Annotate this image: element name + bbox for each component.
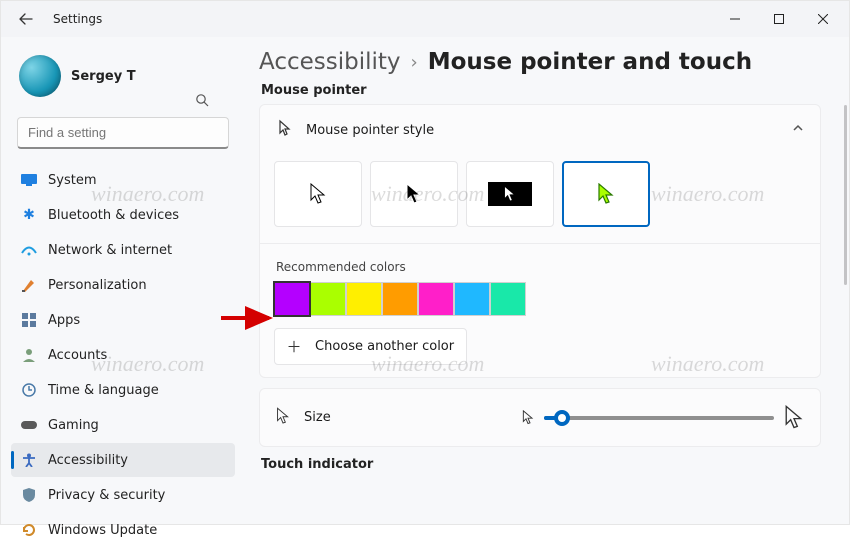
close-button[interactable] — [801, 4, 845, 34]
settings-window: Settings Sergey T System ✱ Bluetooth & de… — [0, 0, 850, 525]
pointer-style-black[interactable] — [370, 161, 458, 227]
sidebar-item-gaming[interactable]: Gaming — [11, 408, 235, 442]
page-title: Mouse pointer and touch — [428, 49, 752, 75]
color-swatches — [274, 282, 806, 316]
titlebar: Settings — [1, 1, 849, 37]
sidebar-item-system[interactable]: System — [11, 163, 235, 197]
pointer-style-card: Mouse pointer style — [259, 104, 821, 378]
size-slider-wrap — [522, 405, 804, 430]
time-icon — [21, 382, 37, 398]
chevron-up-icon — [792, 122, 804, 138]
pointer-style-options — [260, 155, 820, 243]
back-button[interactable] — [9, 5, 43, 33]
personalization-icon — [21, 277, 37, 293]
sidebar-item-label: Time & language — [48, 383, 159, 398]
user-profile[interactable]: Sergey T — [11, 47, 235, 111]
maximize-icon — [774, 14, 784, 24]
cursor-icon — [276, 119, 294, 141]
sidebar-item-label: Accounts — [48, 348, 107, 363]
avatar — [19, 55, 61, 97]
inverted-cursor-icon — [503, 185, 517, 203]
network-icon — [21, 242, 37, 258]
accessibility-icon — [21, 452, 37, 468]
sidebar-item-privacy[interactable]: Privacy & security — [11, 478, 235, 512]
nav-list: System ✱ Bluetooth & devices Network & in… — [11, 163, 235, 547]
breadcrumb-parent[interactable]: Accessibility — [259, 49, 401, 75]
color-swatch-0[interactable] — [274, 282, 310, 316]
pointer-style-white[interactable] — [274, 161, 362, 227]
sidebar-item-apps[interactable]: Apps — [11, 303, 235, 337]
system-icon — [21, 172, 37, 188]
size-slider[interactable] — [544, 416, 774, 420]
apps-icon — [21, 312, 37, 328]
section-mouse-pointer: Mouse pointer — [261, 83, 821, 98]
size-cursor-icon — [276, 407, 290, 429]
privacy-icon — [21, 487, 37, 503]
size-label: Size — [304, 410, 331, 425]
window-controls — [713, 4, 845, 34]
pointer-style-inverted[interactable] — [466, 161, 554, 227]
update-icon — [21, 522, 37, 538]
color-swatch-2[interactable] — [346, 282, 382, 316]
sidebar-item-personalization[interactable]: Personalization — [11, 268, 235, 302]
choose-another-label: Choose another color — [315, 339, 454, 354]
white-cursor-icon — [309, 183, 327, 205]
slider-thumb[interactable] — [554, 410, 570, 426]
pointer-style-title: Mouse pointer style — [306, 123, 434, 138]
breadcrumb: Accessibility › Mouse pointer and touch — [259, 49, 821, 75]
search-input[interactable] — [17, 117, 229, 149]
sidebar-item-accounts[interactable]: Accounts — [11, 338, 235, 372]
sidebar-item-label: Personalization — [48, 278, 147, 293]
sidebar-item-label: Apps — [48, 313, 80, 328]
sidebar-item-label: Accessibility — [48, 453, 128, 468]
main-content: Accessibility › Mouse pointer and touch … — [241, 37, 849, 524]
plus-icon: ＋ — [287, 340, 301, 354]
scrollbar-thumb[interactable] — [844, 105, 847, 285]
sidebar-item-time[interactable]: Time & language — [11, 373, 235, 407]
color-swatch-1[interactable] — [310, 282, 346, 316]
scrollbar[interactable] — [844, 97, 847, 504]
sidebar: Sergey T System ✱ Bluetooth & devices Net… — [1, 37, 241, 524]
accounts-icon — [21, 347, 37, 363]
user-name: Sergey T — [71, 69, 136, 84]
black-cursor-icon — [405, 183, 423, 205]
sidebar-item-label: Bluetooth & devices — [48, 208, 179, 223]
recommended-colors-label: Recommended colors — [276, 260, 806, 274]
sidebar-item-label: Privacy & security — [48, 488, 165, 503]
gaming-icon — [21, 417, 37, 433]
inverted-cursor-bg — [488, 182, 532, 206]
large-cursor-icon — [784, 405, 804, 430]
custom-cursor-icon — [597, 183, 615, 205]
sidebar-item-bluetooth[interactable]: ✱ Bluetooth & devices — [11, 198, 235, 232]
small-cursor-icon — [522, 410, 534, 425]
bluetooth-icon: ✱ — [21, 207, 37, 223]
minimize-icon — [730, 14, 740, 24]
sidebar-item-label: Gaming — [48, 418, 99, 433]
back-arrow-icon — [19, 12, 33, 26]
sidebar-item-network[interactable]: Network & internet — [11, 233, 235, 267]
color-swatch-6[interactable] — [490, 282, 526, 316]
minimize-button[interactable] — [713, 4, 757, 34]
chevron-right-icon: › — [411, 52, 418, 73]
pointer-style-custom[interactable] — [562, 161, 650, 227]
close-icon — [818, 14, 828, 24]
size-row: Size — [260, 389, 820, 446]
color-swatch-3[interactable] — [382, 282, 418, 316]
size-card: Size — [259, 388, 821, 447]
window-title: Settings — [53, 12, 102, 26]
sidebar-item-label: Network & internet — [48, 243, 172, 258]
maximize-button[interactable] — [757, 4, 801, 34]
pointer-style-header[interactable]: Mouse pointer style — [260, 105, 820, 155]
sidebar-item-update[interactable]: Windows Update — [11, 513, 235, 547]
choose-another-color-button[interactable]: ＋ Choose another color — [274, 328, 467, 365]
search-wrap — [17, 117, 229, 149]
color-swatch-5[interactable] — [454, 282, 490, 316]
sidebar-item-label: System — [48, 173, 96, 188]
color-swatch-4[interactable] — [418, 282, 454, 316]
section-touch-indicator: Touch indicator — [261, 457, 821, 472]
sidebar-item-accessibility[interactable]: Accessibility — [11, 443, 235, 477]
